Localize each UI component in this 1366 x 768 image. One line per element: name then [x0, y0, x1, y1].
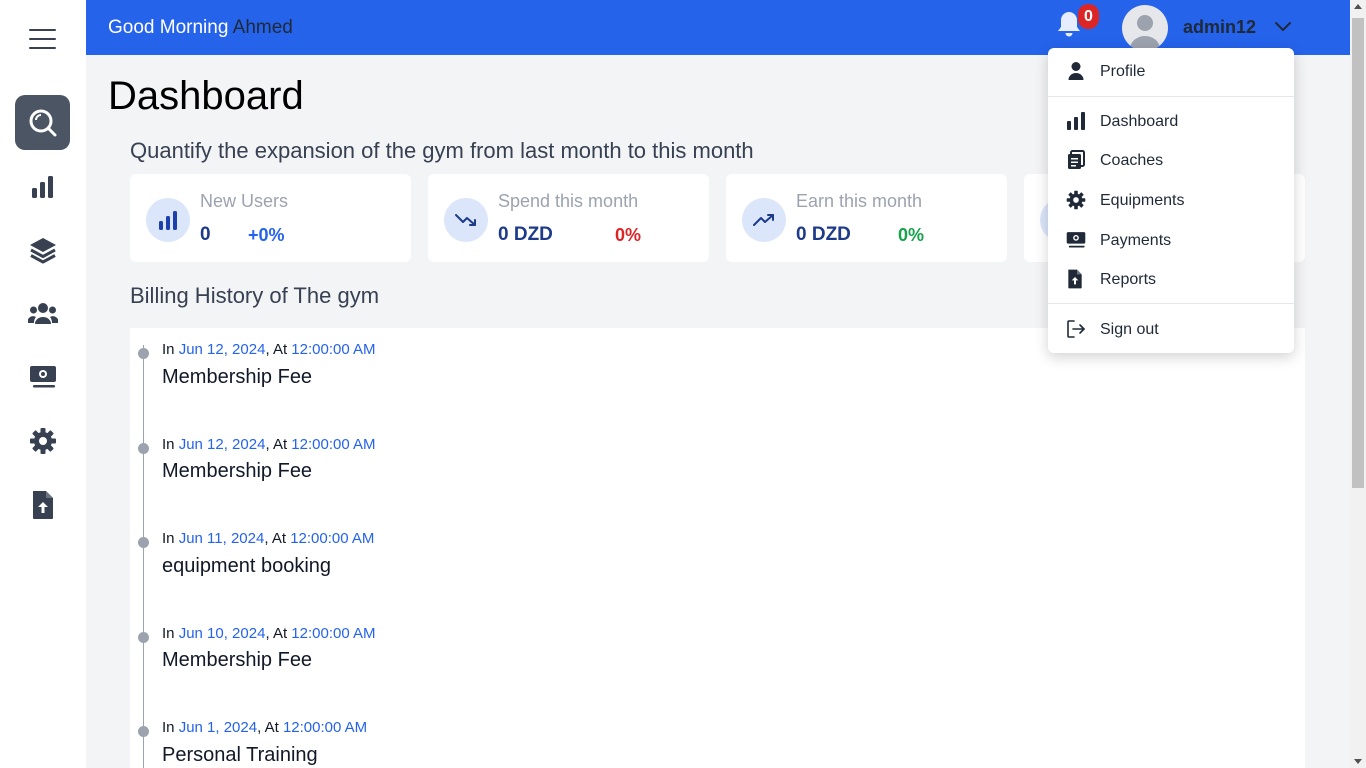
- user-icon: [1068, 62, 1084, 80]
- menu-item-profile[interactable]: Profile: [1048, 53, 1294, 89]
- sidebar-item-users[interactable]: [15, 286, 70, 341]
- billing-history-panel: [130, 328, 1305, 768]
- stat-card-spend: Spend this month 0 DZD 0%: [428, 174, 709, 262]
- menu-item-payments[interactable]: Payments: [1048, 222, 1294, 258]
- sidebar-item-reports[interactable]: [15, 477, 70, 532]
- stat-value: 0 DZD: [498, 224, 553, 245]
- stat-card-earn: Earn this month 0 DZD 0%: [726, 174, 1007, 262]
- search-icon: [29, 109, 56, 136]
- bar-chart-icon: [159, 211, 177, 230]
- stat-label: Spend this month: [498, 191, 639, 211]
- chevron-down-icon[interactable]: [1274, 21, 1292, 33]
- gear-icon: [1066, 190, 1086, 210]
- money-icon: [29, 365, 56, 387]
- bar-chart-icon: [1067, 112, 1085, 130]
- timeline-date: In Jun 10, 2024, At 12:00:00 AM: [162, 625, 376, 642]
- menu-item-label: Equipments: [1100, 192, 1185, 209]
- menu-item-label: Dashboard: [1100, 113, 1179, 130]
- clipboard-icon: [1068, 150, 1085, 169]
- stat-label: Earn this month: [796, 191, 923, 211]
- timeline-dot: [138, 632, 149, 643]
- timeline-title: Membership Fee: [162, 366, 313, 388]
- timeline-title: Membership Fee: [162, 649, 313, 671]
- menu-item-label: Profile: [1100, 63, 1146, 80]
- file-upload-icon: [1068, 269, 1082, 289]
- timeline-title: Membership Fee: [162, 460, 313, 482]
- menu-item-equipments[interactable]: Equipments: [1048, 182, 1294, 218]
- sign-out-icon: [1067, 320, 1085, 338]
- page-title: Dashboard: [108, 74, 304, 118]
- menu-divider: [1048, 96, 1294, 97]
- sidebar-item-payments[interactable]: [15, 349, 70, 404]
- stat-icon-wrap: [742, 198, 786, 242]
- avatar[interactable]: [1122, 5, 1168, 51]
- user-dropdown-menu: Profile Dashboard Coaches Equipments Pay…: [1048, 48, 1294, 353]
- timeline-date: In Jun 12, 2024, At 12:00:00 AM: [162, 436, 376, 453]
- timeline-dot: [138, 726, 149, 737]
- notification-badge: 0: [1078, 4, 1099, 29]
- timeline-title: equipment booking: [162, 555, 332, 577]
- timeline-date: In Jun 11, 2024, At 12:00:00 AM: [162, 530, 375, 547]
- scroll-down-arrow-icon[interactable]: [1354, 759, 1362, 764]
- users-icon: [27, 302, 58, 324]
- bar-chart-icon: [31, 175, 53, 198]
- greeting-text: Good Morning: [108, 17, 229, 38]
- stats-heading: Quantify the expansion of the gym from l…: [130, 138, 754, 163]
- menu-item-coaches[interactable]: Coaches: [1048, 142, 1294, 178]
- stat-icon-wrap: [444, 198, 488, 242]
- stat-change: 0%: [898, 225, 925, 245]
- greeting: Good Morning Ahmed: [108, 17, 293, 39]
- sidebar-item-settings[interactable]: [15, 413, 70, 468]
- menu-item-label: Reports: [1100, 271, 1157, 288]
- billing-heading: Billing History of The gym: [130, 283, 380, 308]
- timeline-date: In Jun 12, 2024, At 12:00:00 AM: [162, 341, 376, 358]
- file-upload-icon: [32, 490, 53, 519]
- trend-down-icon: [455, 214, 476, 226]
- timeline-dot: [138, 443, 149, 454]
- sidebar-item-layers[interactable]: [15, 222, 70, 277]
- scrollbar-thumb[interactable]: [1352, 18, 1364, 488]
- stat-value: 0 DZD: [796, 224, 851, 245]
- money-icon: [1066, 232, 1086, 248]
- timeline-line: [143, 345, 144, 768]
- sidebar-item-search[interactable]: [15, 95, 70, 150]
- username[interactable]: admin12: [1183, 17, 1256, 38]
- top-bar: Good Morning Ahmed 0 admin12: [86, 0, 1350, 55]
- timeline-dot: [138, 348, 149, 359]
- stat-change: 0%: [615, 225, 642, 245]
- layers-icon: [29, 237, 56, 263]
- menu-item-label: Sign out: [1100, 321, 1159, 338]
- scrollbar[interactable]: [1350, 0, 1366, 768]
- menu-item-sign-out[interactable]: Sign out: [1048, 311, 1294, 347]
- stat-change: +0%: [248, 225, 285, 245]
- hamburger-menu-icon[interactable]: [29, 29, 56, 51]
- timeline-dot: [138, 537, 149, 548]
- menu-divider: [1048, 303, 1294, 304]
- sidebar: [0, 0, 86, 768]
- timeline-date: In Jun 1, 2024, At 12:00:00 AM: [162, 719, 368, 736]
- scroll-up-arrow-icon[interactable]: [1354, 4, 1362, 9]
- menu-item-dashboard[interactable]: Dashboard: [1048, 103, 1294, 139]
- greeting-user-name: Ahmed: [232, 17, 293, 38]
- trend-up-icon: [753, 214, 774, 226]
- stat-card-new-users: New Users 0 +0%: [130, 174, 411, 262]
- stat-label: New Users: [200, 191, 289, 211]
- sidebar-item-dashboard[interactable]: [15, 159, 70, 214]
- menu-item-label: Payments: [1100, 232, 1172, 249]
- user-avatar-icon: [1130, 15, 1160, 49]
- stat-icon-wrap: [146, 198, 190, 242]
- gear-icon: [29, 427, 56, 454]
- timeline-title: Personal Training: [162, 744, 318, 766]
- menu-item-label: Coaches: [1100, 152, 1164, 169]
- stat-value: 0: [200, 224, 211, 245]
- menu-item-reports[interactable]: Reports: [1048, 261, 1294, 297]
